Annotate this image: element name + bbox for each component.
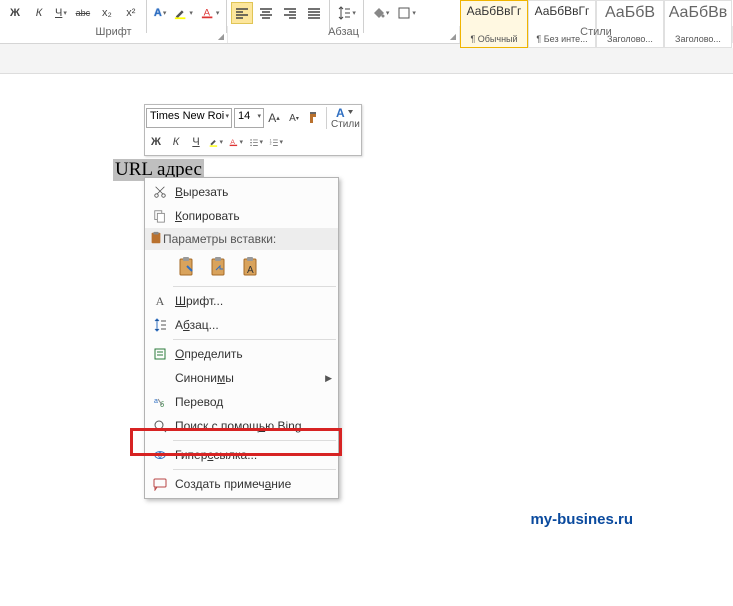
svg-text:2: 2	[270, 142, 272, 146]
align-right-button[interactable]	[279, 2, 301, 24]
borders-button[interactable]: ▾	[394, 2, 419, 24]
svg-text:a: a	[154, 398, 158, 405]
align-center-icon	[259, 6, 273, 20]
mini-numbering-button[interactable]: 12▾	[266, 132, 286, 152]
align-justify-icon	[307, 6, 321, 20]
menu-synonyms-label: Синонимы	[175, 371, 234, 385]
border-icon	[397, 6, 411, 20]
clipboard-icon	[149, 231, 163, 248]
paste-merge-button[interactable]	[207, 254, 231, 280]
menu-paste-options-row: A	[145, 250, 338, 284]
shading-button[interactable]: ▾	[368, 2, 393, 24]
subscript-button[interactable]: x₂	[96, 2, 118, 24]
italic-button[interactable]: К	[28, 2, 50, 24]
clipboard-arrow-icon	[209, 256, 229, 278]
text-effects-button[interactable]: A▾	[151, 2, 169, 24]
mini-highlight-button[interactable]: ▾	[206, 132, 226, 152]
menu-copy[interactable]: Копировать	[145, 204, 338, 228]
menu-cut[interactable]: Вырезать	[145, 180, 338, 204]
mini-styles-button[interactable]: A Стили	[331, 107, 360, 130]
copy-icon	[149, 209, 171, 223]
menu-synonyms[interactable]: Синонимы ▶	[145, 366, 338, 390]
svg-text:A: A	[247, 265, 254, 276]
scissors-icon	[149, 185, 171, 199]
align-left-button[interactable]	[231, 2, 253, 24]
align-left-icon	[235, 6, 249, 20]
comment-icon	[149, 477, 171, 491]
menu-translate-label: Перевод	[175, 395, 223, 409]
menu-hyperlink-label: Гиперссылка...	[175, 448, 257, 462]
superscript-button[interactable]: x²	[120, 2, 142, 24]
bullets-icon	[249, 135, 258, 149]
strike-button[interactable]: abc	[72, 2, 94, 24]
submenu-arrow-icon: ▶	[325, 373, 332, 384]
line-spacing-icon	[337, 6, 351, 20]
menu-paragraph[interactable]: Абзац...	[145, 313, 338, 337]
menu-search-bing-label: Поиск с помощью Bing	[175, 419, 302, 433]
shrink-font-button[interactable]: A▾	[284, 108, 304, 128]
menu-new-comment[interactable]: Создать примечание	[145, 472, 338, 496]
bold-button[interactable]: Ж	[4, 2, 26, 24]
font-group-label: Шрифт◢	[0, 26, 228, 43]
menu-paragraph-label: Абзац...	[175, 318, 219, 332]
highlight-color-button[interactable]: ▾	[171, 2, 196, 24]
bucket-icon	[371, 6, 385, 20]
mini-underline-button[interactable]: Ч	[186, 132, 206, 152]
align-right-icon	[283, 6, 297, 20]
format-painter-button[interactable]	[304, 108, 324, 128]
link-icon	[149, 448, 171, 462]
styles-icon: A	[336, 107, 354, 119]
paste-text-only-button[interactable]: A	[239, 254, 263, 280]
svg-text:A: A	[336, 107, 345, 119]
context-menu: Вырезать Копировать Параметры вставки: A…	[144, 177, 339, 499]
menu-new-comment-label: Создать примечание	[175, 477, 291, 491]
ruler-area	[0, 44, 733, 74]
ribbon-group-labels: Шрифт◢ Абзац◢ Стили	[0, 26, 733, 44]
numbering-icon: 12	[269, 135, 278, 149]
align-center-button[interactable]	[255, 2, 277, 24]
mini-toolbar: Times New Roi▾ 14▾ A▴ A▾ A Стили Ж К Ч ▾…	[144, 104, 362, 156]
styles-group-label: Стили	[460, 26, 733, 43]
font-dialog-launcher[interactable]: ◢	[218, 32, 224, 41]
menu-copy-label: Копировать	[175, 209, 240, 223]
paragraph-dialog-launcher[interactable]: ◢	[450, 32, 456, 41]
highlighter-icon	[174, 6, 188, 20]
menu-cut-label: Вырезать	[175, 185, 228, 199]
grow-font-button[interactable]: A▴	[264, 108, 284, 128]
paragraph-icon	[149, 318, 171, 332]
mini-bold-button[interactable]: Ж	[146, 132, 166, 152]
dictionary-icon	[149, 347, 171, 361]
menu-translate[interactable]: aб Перевод	[145, 390, 338, 414]
paste-keep-source-button[interactable]	[175, 254, 199, 280]
mini-font-name-combo[interactable]: Times New Roi▾	[146, 108, 232, 128]
mini-font-size-combo[interactable]: 14▾	[234, 108, 264, 128]
font-color-icon: A	[201, 6, 215, 20]
translate-icon: aб	[149, 395, 171, 409]
menu-search-bing[interactable]: Поиск с помощью Bing	[145, 414, 338, 438]
paintbrush-icon	[307, 111, 321, 125]
font-color-button[interactable]: A▾	[198, 2, 223, 24]
menu-define[interactable]: Определить	[145, 342, 338, 366]
paragraph-group-label: Абзац◢	[228, 26, 460, 43]
menu-font[interactable]: A Шрифт...	[145, 289, 338, 313]
clipboard-paintbrush-icon	[177, 256, 197, 278]
watermark-text: my-busines.ru	[530, 511, 633, 528]
underline-button[interactable]: Ч▾	[52, 2, 70, 24]
mini-italic-button[interactable]: К	[166, 132, 186, 152]
menu-font-label: Шрифт...	[175, 294, 223, 308]
clipboard-a-icon: A	[241, 256, 261, 278]
menu-define-label: Определить	[175, 347, 243, 361]
highlighter-icon	[209, 135, 218, 149]
letter-a-icon: A	[149, 294, 171, 309]
line-spacing-button[interactable]: ▾	[334, 2, 359, 24]
font-color-icon: A	[229, 135, 238, 149]
search-icon	[149, 419, 171, 433]
menu-paste-options-header: Параметры вставки:	[145, 228, 338, 250]
menu-hyperlink[interactable]: Гиперссылка...	[145, 443, 338, 467]
align-justify-button[interactable]	[303, 2, 325, 24]
mini-bullets-button[interactable]: ▾	[246, 132, 266, 152]
mini-font-color-button[interactable]: A▾	[226, 132, 246, 152]
